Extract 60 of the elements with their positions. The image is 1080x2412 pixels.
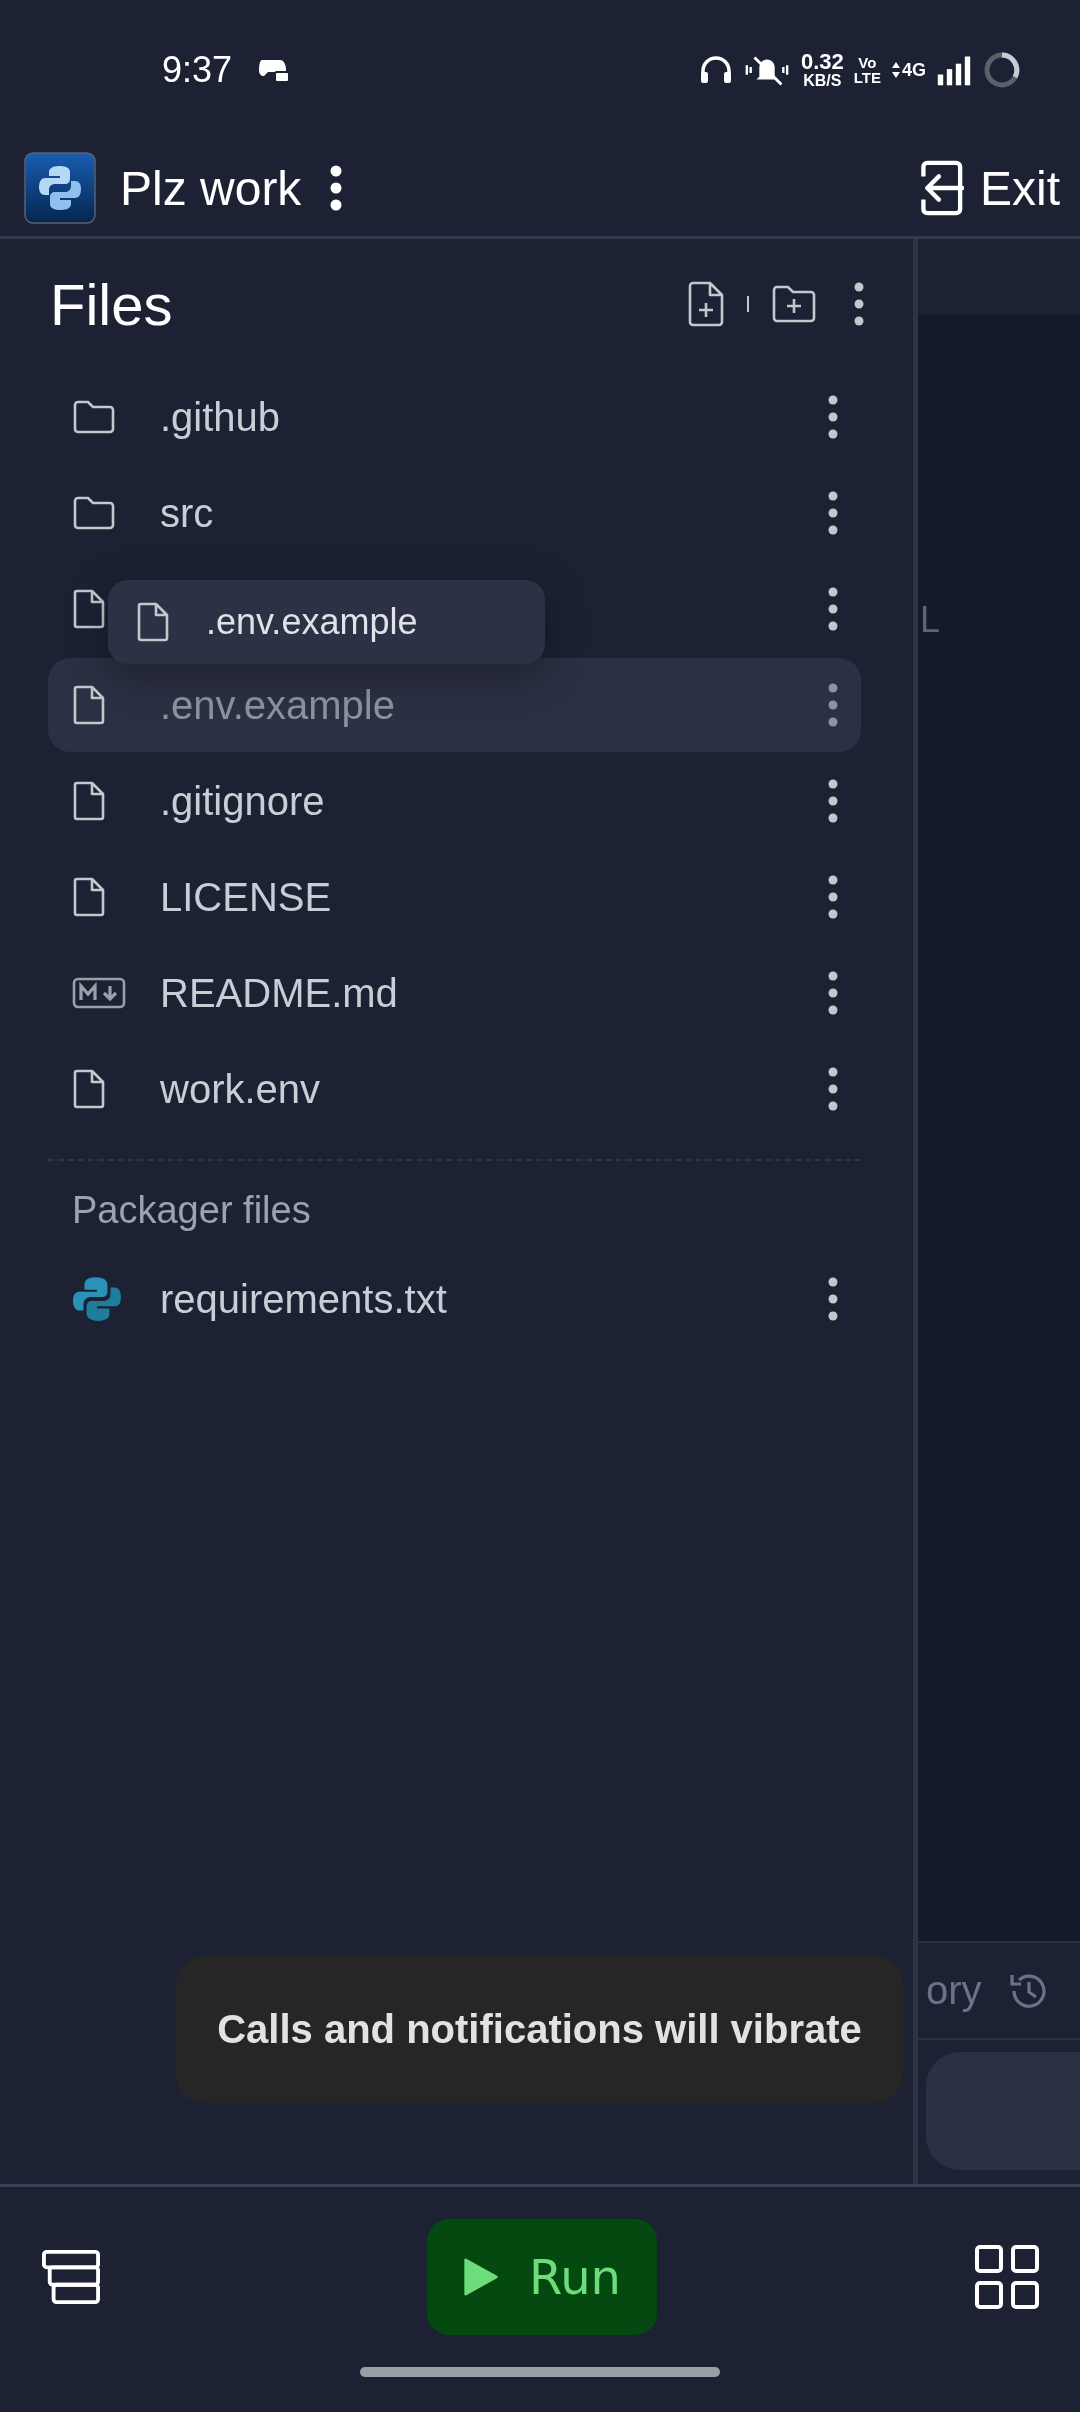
section-heading: Packager files [71, 1187, 312, 1233]
file-name: .github [160, 394, 281, 440]
file-row[interactable]: .github [48, 369, 861, 465]
more-icon[interactable] [329, 165, 344, 211]
layers-icon[interactable] [40, 2248, 102, 2306]
package-file-icon [72, 1274, 122, 1324]
speed-unit: KB/S [803, 73, 842, 89]
more-icon[interactable] [827, 491, 839, 535]
headphones-icon [698, 55, 733, 85]
data-arrows-icon [891, 61, 901, 79]
more-icon[interactable] [827, 395, 839, 439]
file-row[interactable]: .env.example [48, 658, 861, 752]
signal-icon [936, 54, 972, 86]
file-row[interactable]: requirements.txt [48, 1251, 861, 1347]
more-icon[interactable] [827, 1067, 839, 1111]
logo-icon [24, 152, 96, 224]
file-name: .env.example [160, 682, 395, 728]
clock: 9:37 [162, 49, 233, 91]
file-icon [72, 781, 106, 821]
speed-value: 0.32 [800, 51, 844, 73]
project-title: Plz work [120, 160, 302, 216]
file-row[interactable]: README.md [48, 945, 861, 1041]
file-name: work.env [160, 1066, 321, 1112]
folder-icon [72, 399, 116, 435]
file-icon [72, 1069, 106, 1109]
more-icon[interactable] [827, 587, 839, 631]
code-text: L [920, 599, 941, 640]
file-icon [72, 589, 106, 629]
grid-icon[interactable] [974, 2244, 1040, 2310]
network-type: 4G [902, 59, 926, 81]
new-folder-icon[interactable] [771, 284, 817, 324]
volte-label: Vo [858, 55, 877, 70]
file-name: .gitignore [160, 778, 325, 824]
file-row[interactable]: .gitignore [48, 753, 861, 849]
file-name: requirements.txt [160, 1276, 447, 1322]
more-icon[interactable] [827, 875, 839, 919]
battery-ring-icon [982, 50, 1022, 90]
file-name: .env.example [206, 601, 418, 643]
file-icon [72, 877, 106, 917]
lte-label: LTE [853, 70, 881, 85]
file-name: README.md [160, 970, 398, 1016]
files-title: Files [50, 270, 173, 338]
file-row[interactable]: src [48, 465, 861, 561]
file-row[interactable]: LICENSE [48, 849, 861, 945]
run-button[interactable]: Run [427, 2219, 657, 2335]
markdown-icon [72, 977, 126, 1009]
file-icon [72, 685, 106, 725]
more-icon[interactable] [827, 971, 839, 1015]
play-icon [462, 2256, 499, 2298]
file-name: LICENSE [160, 874, 332, 920]
file-icon [136, 602, 170, 642]
more-icon[interactable] [853, 282, 865, 326]
exit-button[interactable]: Exit [906, 159, 1060, 217]
more-icon[interactable] [827, 779, 839, 823]
more-icon[interactable] [827, 1277, 839, 1321]
toast-message: Calls and notifications will vibrate [176, 1956, 903, 2103]
file-name: src [160, 490, 214, 536]
file-row[interactable]: work.env [48, 1041, 861, 1137]
new-file-icon[interactable] [687, 281, 725, 327]
folder-icon [72, 495, 116, 531]
